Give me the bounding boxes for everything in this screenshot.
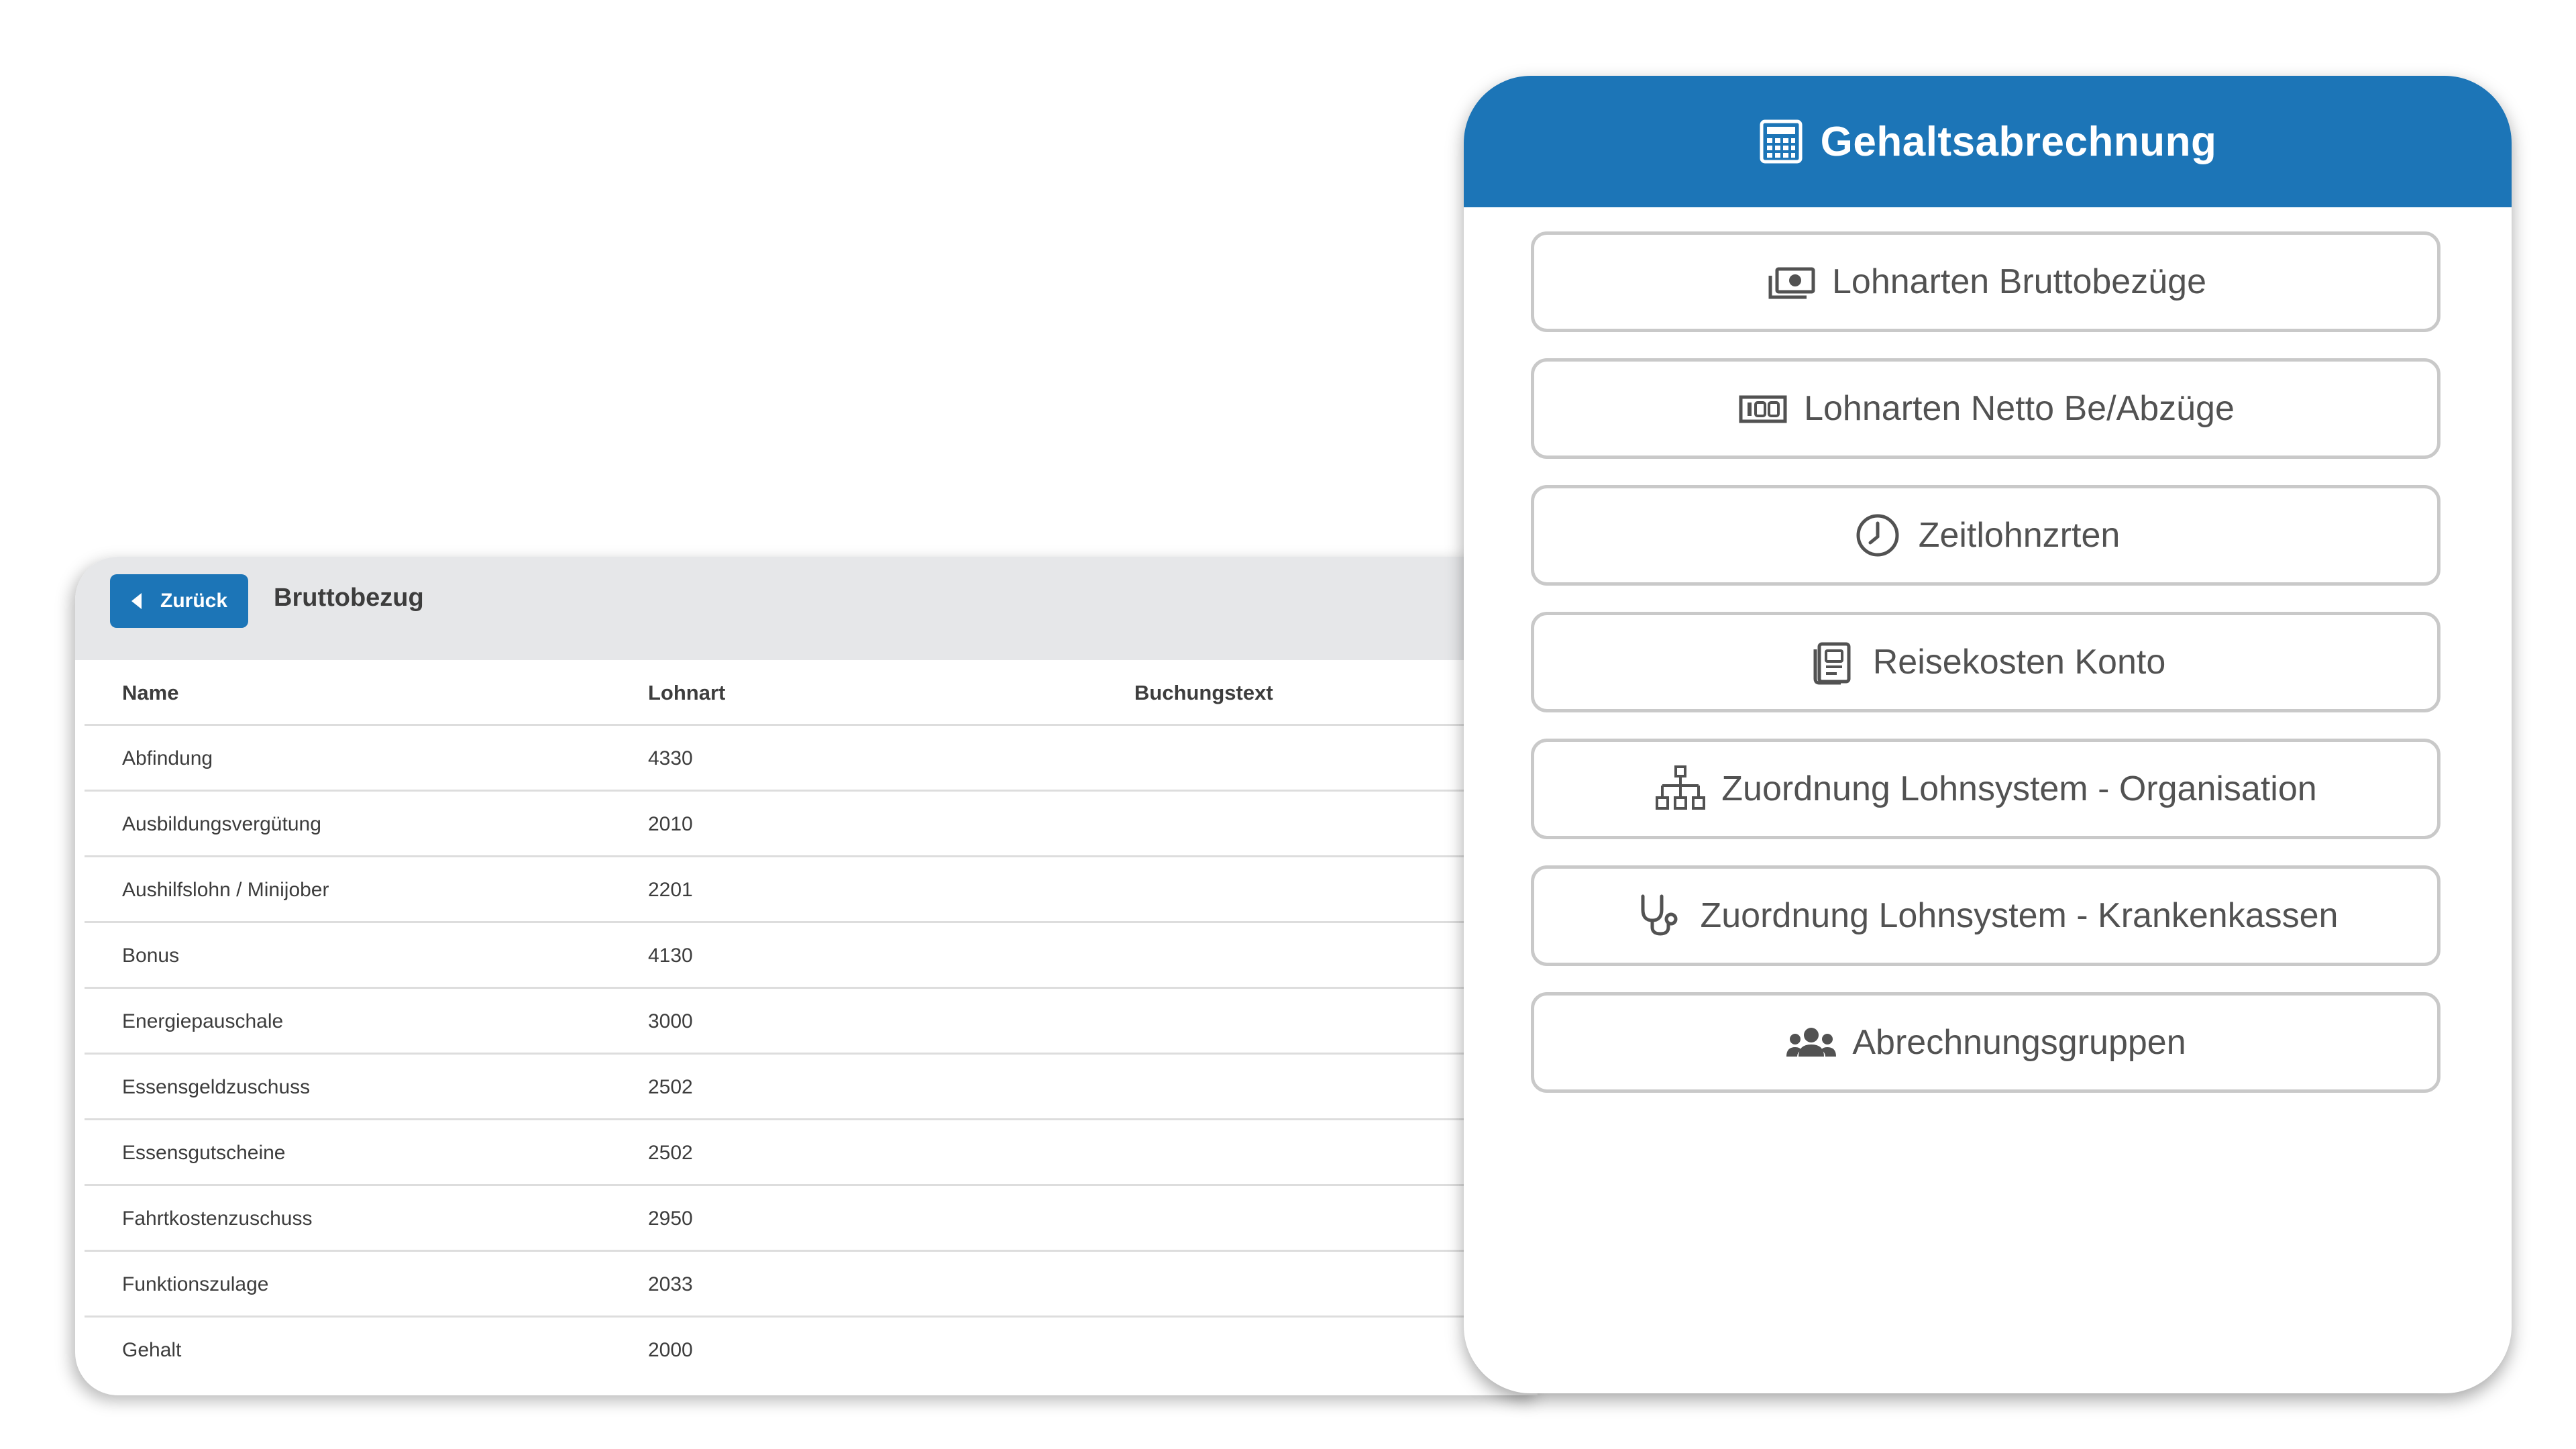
menu-title: Gehaltsabrechnung [1820,118,2217,165]
table-row[interactable]: Aushilfslohn / Minijober 2201 [85,857,1538,923]
cell-name: Fahrtkostenzuschuss [122,1208,313,1230]
table-row[interactable]: Essensgutscheine 2502 [85,1120,1538,1186]
menu-item-label: Lohnarten Netto Be/Abzüge [1804,389,2235,428]
cell-lohnart: 2010 [648,813,693,835]
page-title: Bruttobezug [274,584,424,612]
cell-lohnart: 4130 [648,945,693,967]
cell-lohnart: 2201 [648,879,693,901]
menu-item-label: Reisekosten Konto [1872,643,2166,682]
lohnarten-netto-button[interactable]: Lohnarten Netto Be/Abzüge [1531,358,2440,459]
back-button-label: Zurück [160,590,228,612]
cell-lohnart: 2033 [648,1273,693,1295]
back-button[interactable]: Zurück [110,574,248,628]
table-row[interactable]: Bonus 4130 [85,923,1538,989]
column-header-name[interactable]: Name [122,660,178,726]
cell-name: Essensgeldzuschuss [122,1076,311,1098]
zuordnung-krankenkassen-button[interactable]: Zuordnung Lohnsystem - Krankenkassen [1531,865,2440,966]
table-row[interactable]: Ausbildungsvergütung 2010 [85,792,1538,857]
data-table: Name Lohnart Buchungstext Abfindung 4330… [85,660,1538,1395]
cell-lohnart: 2502 [648,1142,693,1164]
table-row[interactable]: Gehalt 2000 [85,1318,1538,1383]
cell-name: Essensgutscheine [122,1142,286,1164]
users-icon [1785,1019,1837,1066]
table-row[interactable]: Essensgeldzuschuss 2502 [85,1055,1538,1120]
cell-name: Ausbildungsvergütung [122,813,321,835]
lohnarten-bruttobezuege-button[interactable]: Lohnarten Bruttobezüge [1531,231,2440,332]
cell-name: Energiepauschale [122,1010,284,1032]
zuordnung-organisation-button[interactable]: Zuordnung Lohnsystem - Organisation [1531,739,2440,839]
menu-item-label: Zeitlohnzrten [1918,516,2121,555]
cell-name: Gehalt [122,1339,182,1361]
cell-lohnart: 2502 [648,1076,693,1098]
table-row[interactable]: Funktionszulage 2033 [85,1252,1538,1318]
cell-name: Bonus [122,945,180,967]
menu-item-label: Zuordnung Lohnsystem - Krankenkassen [1700,896,2339,935]
gehaltsabrechnung-panel: Gehaltsabrechnung Lohnarten Bruttobezüge… [1464,76,2512,1393]
stethoscope-icon [1633,892,1686,939]
calculator-icon [1759,119,1803,164]
table-row[interactable]: Energiepauschale 3000 [85,989,1538,1055]
clock-icon [1851,512,1904,559]
abrechnungsgruppen-button[interactable]: Abrechnungsgruppen [1531,992,2440,1093]
org-chart-icon [1654,765,1707,812]
column-header-lohnart[interactable]: Lohnart [648,660,725,726]
table-header-row: Name Lohnart Buchungstext [85,660,1538,726]
zeitlohnarten-button[interactable]: Zeitlohnzrten [1531,485,2440,586]
counter-icon [1737,385,1789,432]
caret-left-icon [131,593,142,609]
menu-item-label: Lohnarten Bruttobezüge [1832,262,2206,301]
cell-name: Funktionszulage [122,1273,269,1295]
cell-lohnart: 4330 [648,747,693,769]
cell-name: Abfindung [122,747,213,769]
reisekosten-konto-button[interactable]: Reisekosten Konto [1531,612,2440,712]
menu-item-label: Zuordnung Lohnsystem - Organisation [1721,769,2317,808]
receipt-icon [1806,639,1858,686]
cell-name: Aushilfslohn / Minijober [122,879,329,901]
table-toolbar: Zurück Bruttobezug [75,557,1538,660]
cell-lohnart: 3000 [648,1010,693,1032]
table-row[interactable]: Abfindung 4330 [85,726,1538,792]
menu-item-label: Abrechnungsgruppen [1852,1023,2186,1062]
menu-header: Gehaltsabrechnung [1464,76,2512,207]
table-row[interactable]: Fahrtkostenzuschuss 2950 [85,1186,1538,1252]
money-icon [1765,258,1817,305]
cell-lohnart: 2950 [648,1208,693,1230]
column-header-buchungstext[interactable]: Buchungstext [1134,660,1273,726]
cell-lohnart: 2000 [648,1339,693,1361]
bruttobezug-panel: Zurück Bruttobezug Name Lohnart Buchungs… [75,557,1538,1395]
